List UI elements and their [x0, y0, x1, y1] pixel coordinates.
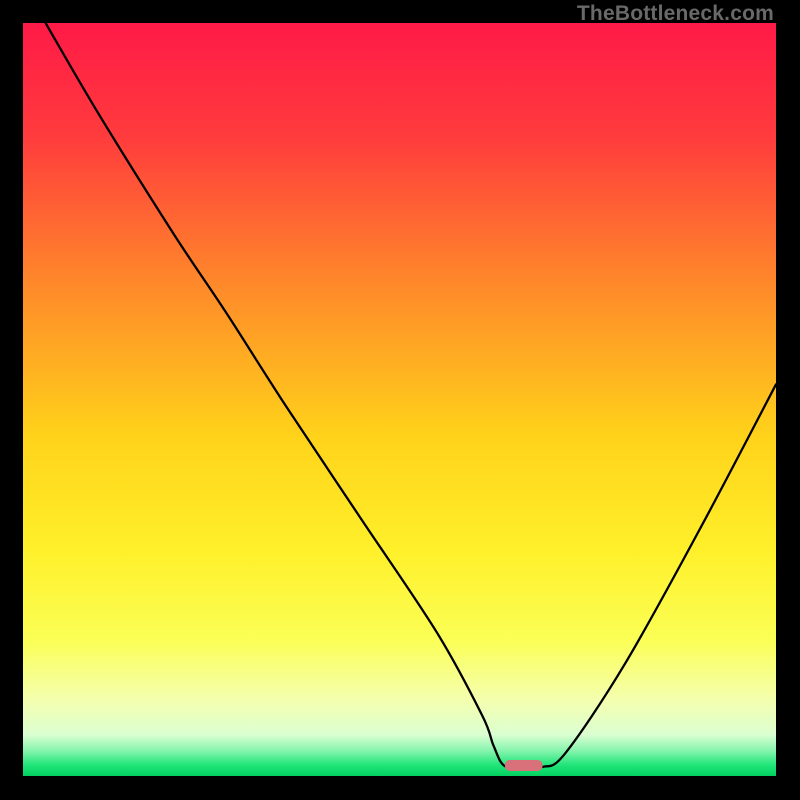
watermark-text: TheBottleneck.com [577, 2, 774, 26]
bottleneck-chart [23, 23, 776, 776]
gradient-background [23, 23, 776, 776]
optimal-marker [505, 760, 543, 771]
chart-frame [23, 23, 776, 776]
